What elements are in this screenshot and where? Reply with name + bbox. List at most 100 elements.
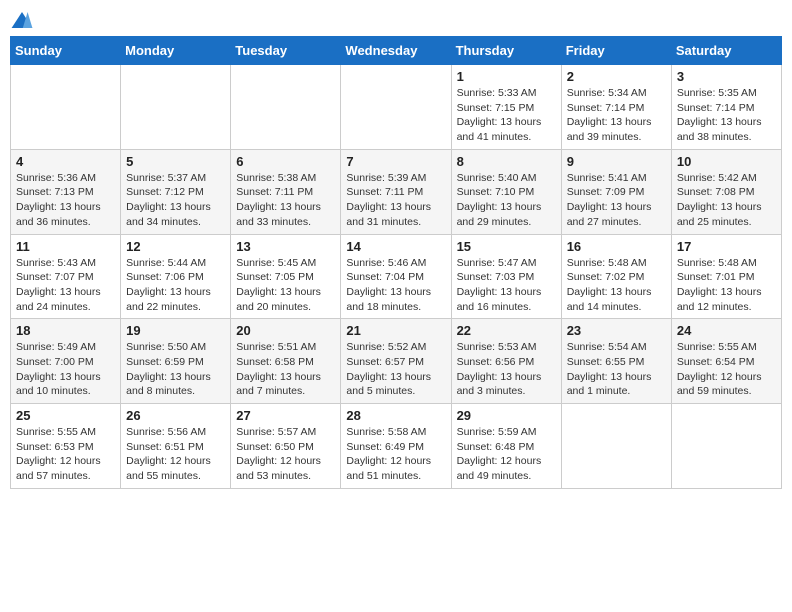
day-detail: Sunrise: 5:55 AMSunset: 6:54 PMDaylight:… bbox=[677, 340, 776, 399]
day-number: 2 bbox=[567, 69, 666, 84]
day-detail: Sunrise: 5:43 AMSunset: 7:07 PMDaylight:… bbox=[16, 256, 115, 315]
calendar-cell: 9 Sunrise: 5:41 AMSunset: 7:09 PMDaylight… bbox=[561, 149, 671, 234]
day-number: 3 bbox=[677, 69, 776, 84]
calendar-cell: 18 Sunrise: 5:49 AMSunset: 7:00 PMDayligh… bbox=[11, 319, 121, 404]
logo-icon bbox=[10, 10, 34, 30]
calendar-cell: 24 Sunrise: 5:55 AMSunset: 6:54 PMDayligh… bbox=[671, 319, 781, 404]
day-number: 15 bbox=[457, 239, 556, 254]
calendar-cell: 19Sunrise: 5:50 AMSunset: 6:59 PMDayligh… bbox=[121, 319, 231, 404]
day-detail: Sunrise: 5:51 AMSunset: 6:58 PMDaylight:… bbox=[236, 340, 335, 399]
day-detail: Sunrise: 5:36 AMSunset: 7:13 PMDaylight:… bbox=[16, 171, 115, 230]
calendar-week-row: 1Sunrise: 5:33 AMSunset: 7:15 PMDaylight… bbox=[11, 65, 782, 150]
day-detail: Sunrise: 5:53 AMSunset: 6:56 PMDaylight:… bbox=[457, 340, 556, 399]
weekday-header: Tuesday bbox=[231, 37, 341, 65]
day-detail: Sunrise: 5:39 AMSunset: 7:11 PMDaylight:… bbox=[346, 171, 445, 230]
calendar-cell bbox=[341, 65, 451, 150]
calendar-cell: 4 Sunrise: 5:36 AMSunset: 7:13 PMDaylight… bbox=[11, 149, 121, 234]
day-number: 20 bbox=[236, 323, 335, 338]
weekday-header: Friday bbox=[561, 37, 671, 65]
day-detail: Sunrise: 5:38 AMSunset: 7:11 PMDaylight:… bbox=[236, 171, 335, 230]
day-detail: Sunrise: 5:48 AMSunset: 7:01 PMDaylight:… bbox=[677, 256, 776, 315]
day-number: 16 bbox=[567, 239, 666, 254]
day-number: 6 bbox=[236, 154, 335, 169]
day-number: 21 bbox=[346, 323, 445, 338]
day-number: 24 bbox=[677, 323, 776, 338]
day-detail: Sunrise: 5:52 AMSunset: 6:57 PMDaylight:… bbox=[346, 340, 445, 399]
day-detail: Sunrise: 5:55 AMSunset: 6:53 PMDaylight:… bbox=[16, 425, 115, 484]
day-number: 12 bbox=[126, 239, 225, 254]
day-detail: Sunrise: 5:35 AMSunset: 7:14 PMDaylight:… bbox=[677, 86, 776, 145]
day-detail: Sunrise: 5:54 AMSunset: 6:55 PMDaylight:… bbox=[567, 340, 666, 399]
calendar-cell: 17 Sunrise: 5:48 AMSunset: 7:01 PMDayligh… bbox=[671, 234, 781, 319]
day-number: 23 bbox=[567, 323, 666, 338]
calendar-cell: 22 Sunrise: 5:53 AMSunset: 6:56 PMDayligh… bbox=[451, 319, 561, 404]
day-detail: Sunrise: 5:59 AMSunset: 6:48 PMDaylight:… bbox=[457, 425, 556, 484]
day-number: 7 bbox=[346, 154, 445, 169]
weekday-header: Sunday bbox=[11, 37, 121, 65]
calendar-cell bbox=[11, 65, 121, 150]
day-detail: Sunrise: 5:58 AMSunset: 6:49 PMDaylight:… bbox=[346, 425, 445, 484]
day-number: 4 bbox=[16, 154, 115, 169]
day-detail: Sunrise: 5:56 AMSunset: 6:51 PMDaylight:… bbox=[126, 425, 225, 484]
day-number: 11 bbox=[16, 239, 115, 254]
calendar-cell: 29 Sunrise: 5:59 AMSunset: 6:48 PMDayligh… bbox=[451, 404, 561, 489]
calendar-cell: 20 Sunrise: 5:51 AMSunset: 6:58 PMDayligh… bbox=[231, 319, 341, 404]
day-number: 28 bbox=[346, 408, 445, 423]
calendar-cell: 6 Sunrise: 5:38 AMSunset: 7:11 PMDaylight… bbox=[231, 149, 341, 234]
calendar-cell: 23 Sunrise: 5:54 AMSunset: 6:55 PMDayligh… bbox=[561, 319, 671, 404]
day-detail: Sunrise: 5:34 AMSunset: 7:14 PMDaylight:… bbox=[567, 86, 666, 145]
day-detail: Sunrise: 5:33 AMSunset: 7:15 PMDaylight:… bbox=[457, 86, 556, 145]
logo bbox=[10, 10, 38, 30]
day-number: 18 bbox=[16, 323, 115, 338]
day-detail: Sunrise: 5:45 AMSunset: 7:05 PMDaylight:… bbox=[236, 256, 335, 315]
day-detail: Sunrise: 5:41 AMSunset: 7:09 PMDaylight:… bbox=[567, 171, 666, 230]
day-number: 14 bbox=[346, 239, 445, 254]
calendar-week-row: 4 Sunrise: 5:36 AMSunset: 7:13 PMDaylight… bbox=[11, 149, 782, 234]
day-number: 10 bbox=[677, 154, 776, 169]
day-number: 9 bbox=[567, 154, 666, 169]
day-number: 19 bbox=[126, 323, 225, 338]
calendar-cell: 16 Sunrise: 5:48 AMSunset: 7:02 PMDayligh… bbox=[561, 234, 671, 319]
calendar-week-row: 11 Sunrise: 5:43 AMSunset: 7:07 PMDayligh… bbox=[11, 234, 782, 319]
day-number: 29 bbox=[457, 408, 556, 423]
calendar-cell: 10 Sunrise: 5:42 AMSunset: 7:08 PMDayligh… bbox=[671, 149, 781, 234]
day-number: 25 bbox=[16, 408, 115, 423]
day-number: 17 bbox=[677, 239, 776, 254]
day-detail: Sunrise: 5:57 AMSunset: 6:50 PMDaylight:… bbox=[236, 425, 335, 484]
day-detail: Sunrise: 5:42 AMSunset: 7:08 PMDaylight:… bbox=[677, 171, 776, 230]
day-detail: Sunrise: 5:40 AMSunset: 7:10 PMDaylight:… bbox=[457, 171, 556, 230]
calendar-cell: 1Sunrise: 5:33 AMSunset: 7:15 PMDaylight… bbox=[451, 65, 561, 150]
calendar-week-row: 25 Sunrise: 5:55 AMSunset: 6:53 PMDayligh… bbox=[11, 404, 782, 489]
weekday-header: Thursday bbox=[451, 37, 561, 65]
day-detail: Sunrise: 5:37 AMSunset: 7:12 PMDaylight:… bbox=[126, 171, 225, 230]
calendar-cell bbox=[231, 65, 341, 150]
calendar-cell bbox=[121, 65, 231, 150]
calendar-cell: 27Sunrise: 5:57 AMSunset: 6:50 PMDayligh… bbox=[231, 404, 341, 489]
day-detail: Sunrise: 5:46 AMSunset: 7:04 PMDaylight:… bbox=[346, 256, 445, 315]
calendar-cell: 3 Sunrise: 5:35 AMSunset: 7:14 PMDaylight… bbox=[671, 65, 781, 150]
day-number: 26 bbox=[126, 408, 225, 423]
day-number: 8 bbox=[457, 154, 556, 169]
calendar-cell: 5 Sunrise: 5:37 AMSunset: 7:12 PMDaylight… bbox=[121, 149, 231, 234]
weekday-header: Monday bbox=[121, 37, 231, 65]
day-number: 5 bbox=[126, 154, 225, 169]
day-number: 22 bbox=[457, 323, 556, 338]
calendar-cell: 25 Sunrise: 5:55 AMSunset: 6:53 PMDayligh… bbox=[11, 404, 121, 489]
day-detail: Sunrise: 5:44 AMSunset: 7:06 PMDaylight:… bbox=[126, 256, 225, 315]
calendar-table: SundayMondayTuesdayWednesdayThursdayFrid… bbox=[10, 36, 782, 489]
day-detail: Sunrise: 5:47 AMSunset: 7:03 PMDaylight:… bbox=[457, 256, 556, 315]
calendar-cell bbox=[561, 404, 671, 489]
calendar-cell: 28 Sunrise: 5:58 AMSunset: 6:49 PMDayligh… bbox=[341, 404, 451, 489]
calendar-cell: 8 Sunrise: 5:40 AMSunset: 7:10 PMDaylight… bbox=[451, 149, 561, 234]
calendar-cell: 15 Sunrise: 5:47 AMSunset: 7:03 PMDayligh… bbox=[451, 234, 561, 319]
weekday-header: Wednesday bbox=[341, 37, 451, 65]
day-detail: Sunrise: 5:49 AMSunset: 7:00 PMDaylight:… bbox=[16, 340, 115, 399]
calendar-header-row: SundayMondayTuesdayWednesdayThursdayFrid… bbox=[11, 37, 782, 65]
calendar-cell: 7 Sunrise: 5:39 AMSunset: 7:11 PMDaylight… bbox=[341, 149, 451, 234]
calendar-cell bbox=[671, 404, 781, 489]
calendar-cell: 14 Sunrise: 5:46 AMSunset: 7:04 PMDayligh… bbox=[341, 234, 451, 319]
day-detail: Sunrise: 5:48 AMSunset: 7:02 PMDaylight:… bbox=[567, 256, 666, 315]
day-number: 13 bbox=[236, 239, 335, 254]
calendar-cell: 26 Sunrise: 5:56 AMSunset: 6:51 PMDayligh… bbox=[121, 404, 231, 489]
weekday-header: Saturday bbox=[671, 37, 781, 65]
